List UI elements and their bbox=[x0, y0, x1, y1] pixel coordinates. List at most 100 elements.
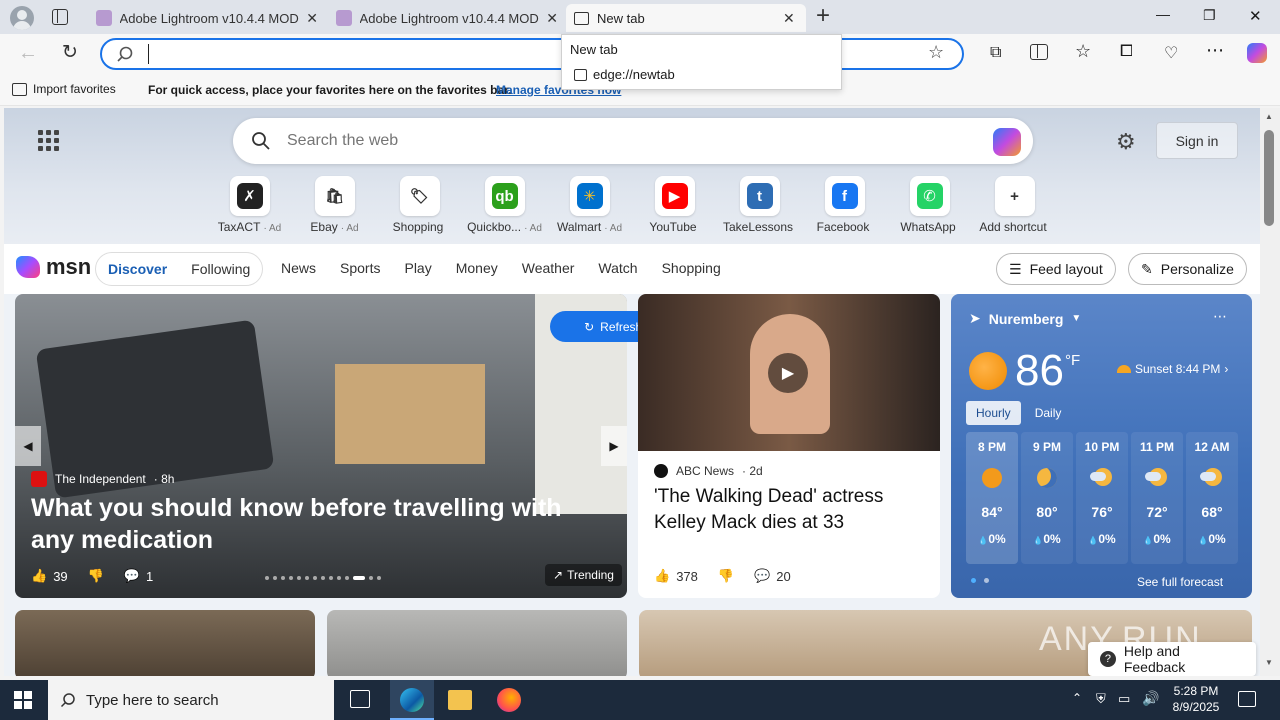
back-icon[interactable]: ← bbox=[18, 42, 38, 65]
carousel-dots[interactable] bbox=[265, 576, 381, 580]
refresh-icon[interactable]: ↻ bbox=[62, 41, 78, 64]
copilot-search-icon[interactable] bbox=[993, 128, 1021, 156]
carousel-prev-icon[interactable]: ◀ bbox=[15, 426, 41, 466]
feed-layout-button[interactable]: ☰ Feed layout bbox=[996, 253, 1116, 285]
tab-daily[interactable]: Daily bbox=[1021, 401, 1076, 425]
like-icon[interactable]: 👍 bbox=[654, 568, 670, 584]
taskbar-search-box[interactable]: Type here to search bbox=[48, 680, 334, 720]
hour-column[interactable]: 11 PM 72° 💧0% bbox=[1131, 432, 1183, 564]
tab-actions-icon[interactable] bbox=[52, 9, 68, 25]
tab-lightroom-2[interactable]: Adobe Lightroom v10.4.4 MOD A ✕ bbox=[328, 4, 566, 32]
shortcut-walmart[interactable]: ✳ Walmart · Ad bbox=[547, 176, 632, 234]
nav-link-weather[interactable]: Weather bbox=[522, 260, 575, 276]
collections-icon[interactable]: ⧠ bbox=[1120, 43, 1133, 61]
msn-logo[interactable]: msn bbox=[16, 254, 91, 280]
nav-link-money[interactable]: Money bbox=[456, 260, 498, 276]
shortcut-plus[interactable]: + Add shortcut bbox=[972, 176, 1057, 234]
favorites-icon[interactable]: ☆ bbox=[1075, 41, 1091, 62]
sign-in-button[interactable]: Sign in bbox=[1156, 122, 1238, 159]
nav-link-sports[interactable]: Sports bbox=[340, 260, 380, 276]
network-icon[interactable]: ▭ bbox=[1118, 691, 1130, 707]
split-screen-icon[interactable] bbox=[1030, 44, 1048, 60]
system-tray-chevron-icon[interactable]: ⌃ bbox=[1072, 691, 1082, 705]
nav-link-watch[interactable]: Watch bbox=[598, 260, 637, 276]
shortcut-taxact[interactable]: ✗ TaxACT · Ad bbox=[207, 176, 292, 234]
tab-close-icon[interactable]: ✕ bbox=[306, 10, 318, 27]
nav-link-shopping[interactable]: Shopping bbox=[662, 260, 721, 276]
dislike-icon[interactable]: 👎 bbox=[718, 568, 734, 584]
source-name: The Independent bbox=[55, 472, 146, 486]
copilot-icon[interactable] bbox=[1247, 43, 1267, 63]
side-story-title[interactable]: 'The Walking Dead' actress Kelley Mack d… bbox=[654, 484, 924, 536]
like-icon[interactable]: 👍 bbox=[31, 568, 47, 584]
page-settings-gear-icon[interactable]: ⚙ bbox=[1116, 129, 1136, 155]
page-scrollbar[interactable]: ▲ ▼ bbox=[1260, 108, 1280, 676]
add-favorite-star-icon[interactable]: ☆ bbox=[928, 42, 944, 63]
comment-icon[interactable]: 💬 bbox=[124, 568, 140, 584]
web-search-input[interactable] bbox=[287, 130, 947, 152]
extensions-icon[interactable]: ⧉ bbox=[990, 44, 1001, 62]
scroll-thumb[interactable] bbox=[1264, 130, 1274, 226]
shortcut-takelessons[interactable]: t TakeLessons bbox=[717, 176, 802, 234]
file-explorer-icon[interactable] bbox=[448, 690, 472, 710]
story-card-monkeys[interactable] bbox=[15, 610, 315, 676]
shortcut-youtube[interactable]: ▶ YouTube bbox=[632, 176, 717, 234]
web-search-box[interactable] bbox=[233, 118, 1033, 164]
side-story-card[interactable]: ▶ ABC News · 2d 'The Walking Dead' actre… bbox=[638, 294, 940, 598]
shortcut-facebook[interactable]: f Facebook bbox=[802, 176, 887, 234]
personalize-button[interactable]: ✎ Personalize bbox=[1128, 253, 1247, 285]
volume-icon[interactable]: 🔊 bbox=[1142, 690, 1159, 707]
story-card-footprints[interactable] bbox=[327, 610, 627, 676]
main-story-card[interactable]: ◀ ▶ The Independent · 8h What you should… bbox=[15, 294, 627, 598]
weather-page-dots[interactable] bbox=[971, 578, 989, 583]
window-close-button[interactable]: ✕ bbox=[1249, 7, 1262, 25]
minimize-button[interactable]: — bbox=[1156, 6, 1170, 22]
tab-close-icon[interactable]: ✕ bbox=[783, 10, 795, 27]
profile-avatar[interactable] bbox=[10, 6, 34, 30]
edge-taskbar-button[interactable] bbox=[390, 680, 434, 720]
hour-column[interactable]: 10 PM 76° 💧0% bbox=[1076, 432, 1128, 564]
weather-location[interactable]: ➤ Nuremberg ▼ bbox=[969, 310, 1081, 327]
new-tab-button[interactable]: + bbox=[816, 2, 830, 30]
hour-column[interactable]: 12 AM 68° 💧0% bbox=[1186, 432, 1238, 564]
tab-discover[interactable]: Discover bbox=[108, 261, 167, 277]
taskbar-clock[interactable]: 5:28 PM 8/9/2025 bbox=[1172, 684, 1220, 714]
scroll-down-icon[interactable]: ▼ bbox=[1265, 658, 1273, 667]
settings-more-icon[interactable]: ⋯ bbox=[1206, 40, 1224, 61]
tab-hourly[interactable]: Hourly bbox=[966, 401, 1021, 425]
task-view-icon[interactable] bbox=[350, 690, 370, 708]
carousel-next-icon[interactable]: ▶ bbox=[601, 426, 627, 466]
maximize-button[interactable]: ❐ bbox=[1203, 7, 1216, 24]
windows-start-icon[interactable] bbox=[14, 691, 32, 709]
main-story-title[interactable]: What you should know before travelling w… bbox=[31, 492, 591, 556]
comment-icon[interactable]: 💬 bbox=[754, 568, 770, 584]
tab-new-tab[interactable]: New tab ✕ bbox=[566, 4, 806, 32]
shortcut-whatsapp[interactable]: ✆ WhatsApp bbox=[887, 176, 972, 234]
sunset-info[interactable]: Sunset 8:44 PM › bbox=[1117, 362, 1228, 376]
firefox-icon[interactable] bbox=[497, 688, 521, 712]
apps-launcher-icon[interactable] bbox=[38, 130, 59, 151]
play-video-icon[interactable]: ▶ bbox=[768, 353, 808, 393]
nav-link-play[interactable]: Play bbox=[404, 260, 431, 276]
dislike-icon[interactable]: 👎 bbox=[88, 568, 104, 584]
shortcut-quickbooks[interactable]: qb Quickbo... · Ad bbox=[462, 176, 547, 234]
hour-column[interactable]: 9 PM 80° 💧0% bbox=[1021, 432, 1073, 564]
suggestion-url[interactable]: edge://newtab bbox=[574, 67, 675, 82]
see-full-forecast-link[interactable]: See full forecast bbox=[1137, 575, 1223, 589]
notifications-icon[interactable] bbox=[1238, 691, 1256, 707]
help-feedback-button[interactable]: ? Help and Feedback bbox=[1088, 642, 1256, 676]
tab-following[interactable]: Following bbox=[191, 261, 250, 277]
browser-essentials-icon[interactable]: ♡ bbox=[1164, 43, 1178, 63]
shortcut-shopping-tag[interactable]: 🏷 Shopping bbox=[377, 176, 462, 234]
hour-column[interactable]: 8 PM 84° 💧0% bbox=[966, 432, 1018, 564]
suggestion-title[interactable]: New tab bbox=[570, 42, 618, 57]
shortcut-ebay[interactable]: 🛍 Ebay · Ad bbox=[292, 176, 377, 234]
security-icon[interactable]: ⛨ bbox=[1096, 691, 1106, 707]
tab-lightroom-1[interactable]: Adobe Lightroom v10.4.4 MOD A ✕ bbox=[88, 4, 326, 32]
weather-card[interactable]: ➤ Nuremberg ▼ ⋯ 86 °F Sunset 8:44 PM › Hour… bbox=[951, 294, 1252, 598]
scroll-up-icon[interactable]: ▲ bbox=[1265, 112, 1273, 121]
nav-link-news[interactable]: News bbox=[281, 260, 316, 276]
import-favorites-button[interactable]: Import favorites bbox=[12, 82, 116, 96]
more-options-icon[interactable]: ⋯ bbox=[1213, 308, 1227, 325]
tab-close-icon[interactable]: ✕ bbox=[546, 10, 558, 27]
